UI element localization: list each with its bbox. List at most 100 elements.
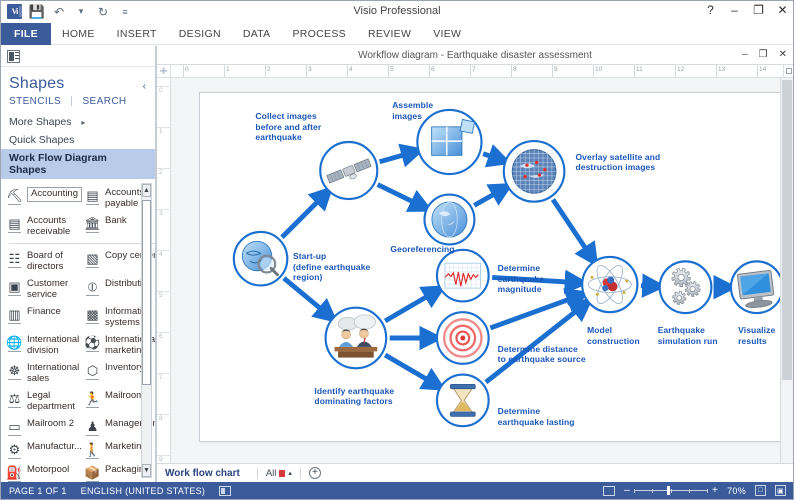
fit-page-icon[interactable]: □: [755, 485, 766, 496]
vruler-tick-label: 5: [159, 292, 163, 299]
ruler-tick: [634, 65, 635, 77]
doc-restore-button[interactable]: ❐: [759, 49, 768, 60]
shape-item[interactable]: ▥ Finance: [5, 303, 83, 331]
shape-item-label: Bank: [105, 215, 127, 226]
work-flow-diagram-shapes-row[interactable]: Work Flow Diagram Shapes: [1, 149, 155, 179]
more-shapes-row[interactable]: More Shapes ▸: [1, 113, 155, 131]
shape-glyph-icon: ▭: [6, 418, 23, 436]
canvas-vertical-scrollbar[interactable]: [780, 78, 793, 463]
shapes-list: ⛏ Accounting ▤ Accounts payable ▤ Accounts re…: [1, 179, 155, 482]
window-controls: ? – ❐ ✕: [704, 3, 789, 17]
workflow-diagram[interactable]: [200, 93, 780, 432]
stencil-document-icon[interactable]: [7, 49, 20, 63]
doc-close-button[interactable]: ✕: [779, 49, 787, 60]
shapes-scrollbar[interactable]: ▲ ▼: [141, 183, 152, 478]
drawing-page[interactable]: Start-up (define earthquake region) Collect…: [199, 92, 780, 442]
shape-item[interactable]: ▤ Accounts receivable: [5, 212, 83, 240]
shape-item[interactable]: ☸ International sales: [5, 359, 83, 387]
zoom-level-label[interactable]: 70%: [727, 486, 746, 496]
page-count-label[interactable]: PAGE 1 OF 1: [9, 486, 67, 496]
diagram-node-model[interactable]: [581, 255, 639, 314]
diagram-node-visualize[interactable]: [729, 260, 780, 315]
diagram-node-lasting[interactable]: [435, 373, 490, 428]
zoom-thumb[interactable]: [666, 486, 670, 495]
shape-item[interactable]: ▣ Customer service: [5, 275, 83, 303]
zoom-in-button[interactable]: +: [712, 485, 718, 496]
quick-shapes-row[interactable]: Quick Shapes: [1, 131, 155, 149]
diagram-node-collect[interactable]: [319, 140, 379, 201]
ruler-tick-label: 8: [513, 66, 517, 73]
scroll-down-arrow-icon[interactable]: ▼: [142, 464, 151, 477]
zoom-slider[interactable]: – +: [624, 485, 718, 496]
diagram-node-simulation[interactable]: [658, 260, 713, 315]
shape-item-label: Board of directors: [27, 250, 64, 272]
tab-view[interactable]: VIEW: [422, 23, 472, 45]
ruler-tick-label: 1: [226, 66, 230, 73]
ruler-tick: [265, 65, 266, 77]
ruler-origin-icon[interactable]: ✚: [157, 65, 171, 78]
scroll-up-arrow-icon[interactable]: ▲: [142, 184, 151, 197]
vertical-ruler[interactable]: 0 1 2 3 4 5 6 7 8 9: [157, 78, 171, 463]
node-label-overlay: Overlay satellite and destruction images: [575, 151, 661, 173]
node-label-magnitude: Determine earthquake magnitude: [497, 263, 545, 295]
all-pages-selector[interactable]: All ▴: [266, 468, 292, 479]
stencils-link[interactable]: STENCILS: [9, 96, 61, 107]
help-button[interactable]: ?: [704, 3, 717, 17]
scrollbar-thumb[interactable]: [142, 200, 151, 385]
presentation-mode-icon[interactable]: [603, 485, 616, 496]
diagram-node-startup[interactable]: [232, 230, 289, 287]
shape-item-label: Finance: [27, 306, 61, 317]
tab-review[interactable]: REVIEW: [357, 23, 422, 45]
shape-item-label: Motorpool: [27, 464, 70, 475]
ruler-tick-label: 11: [636, 66, 643, 73]
diagram-node-georef[interactable]: [423, 193, 476, 246]
diagram-edge: [378, 143, 426, 168]
shapes-grid: ⛏ Accounting ▤ Accounts payable ▤ Accounts re…: [1, 184, 155, 482]
zoom-track[interactable]: [633, 486, 708, 495]
vruler-tick-label: 1: [159, 128, 163, 135]
title-bar: Vi 💾 ↶ ▾ ↻ ≡ Visio Professional ? – ❐ ✕: [1, 1, 793, 23]
search-link[interactable]: SEARCH: [82, 96, 126, 107]
tab-home[interactable]: HOME: [51, 23, 106, 45]
minimize-button[interactable]: –: [728, 3, 741, 17]
ruler-tick: [347, 65, 348, 77]
shape-item[interactable]: ⚙ Manufactur...: [5, 438, 83, 461]
doc-minimize-button[interactable]: –: [742, 49, 748, 60]
zoom-out-button[interactable]: –: [624, 485, 630, 496]
all-label: All: [265, 467, 277, 479]
tab-data[interactable]: DATA: [232, 23, 282, 45]
tab-design[interactable]: DESIGN: [168, 23, 232, 45]
fit-window-icon[interactable]: ▣: [775, 485, 786, 496]
canvas-scrollbar-thumb[interactable]: [782, 80, 792, 380]
shape-item[interactable]: ⛏ Accounting: [5, 184, 83, 212]
document-window-controls: – ❐ ✕: [742, 49, 787, 60]
shape-item[interactable]: ☷ Board of directors: [5, 247, 83, 275]
chevron-up-icon[interactable]: ▴: [288, 469, 292, 477]
diagram-node-overlay[interactable]: [502, 140, 566, 203]
collapse-panel-icon[interactable]: ‹: [143, 81, 146, 92]
canvas-row: 0 1 2 3 4 5 6 7 8 9 Start-up (define earthquake reg…: [157, 78, 793, 463]
diagram-node-factors[interactable]: [324, 306, 388, 370]
tab-insert[interactable]: INSERT: [106, 23, 168, 45]
language-label[interactable]: ENGLISH (UNITED STATES): [81, 486, 206, 496]
tab-process[interactable]: PROCESS: [282, 23, 357, 45]
shape-item[interactable]: ▭ Mailroom 2: [5, 415, 83, 438]
ruler-tick-label: 4: [349, 66, 353, 73]
ruler-tick-label: 14: [759, 66, 767, 73]
shape-info-icon[interactable]: [219, 485, 232, 496]
diagram-node-distance[interactable]: [435, 311, 490, 365]
shape-item[interactable]: ⛽ Motorpool: [5, 461, 83, 482]
close-button[interactable]: ✕: [776, 3, 789, 17]
restore-button[interactable]: ❐: [752, 3, 765, 17]
add-page-button[interactable]: +: [308, 467, 321, 479]
horizontal-ruler[interactable]: ✚ 0 1 2 3 4 5 6 7 8 9 10 11 12 13 14: [157, 65, 793, 78]
shape-glyph-icon: ▩: [84, 306, 101, 324]
satellite-grid-icon: [511, 149, 557, 194]
canvas-area[interactable]: Start-up (define earthquake region) Collect…: [171, 78, 780, 463]
page-tab-work-flow-chart[interactable]: Work flow chart: [165, 468, 249, 479]
ruler-tick: [511, 65, 512, 77]
tab-file[interactable]: FILE: [1, 23, 51, 45]
shape-item[interactable]: ⚖ Legal department: [5, 387, 83, 415]
shape-item[interactable]: 🌐 International division: [5, 331, 83, 359]
diagram-node-magnitude[interactable]: [435, 248, 490, 303]
